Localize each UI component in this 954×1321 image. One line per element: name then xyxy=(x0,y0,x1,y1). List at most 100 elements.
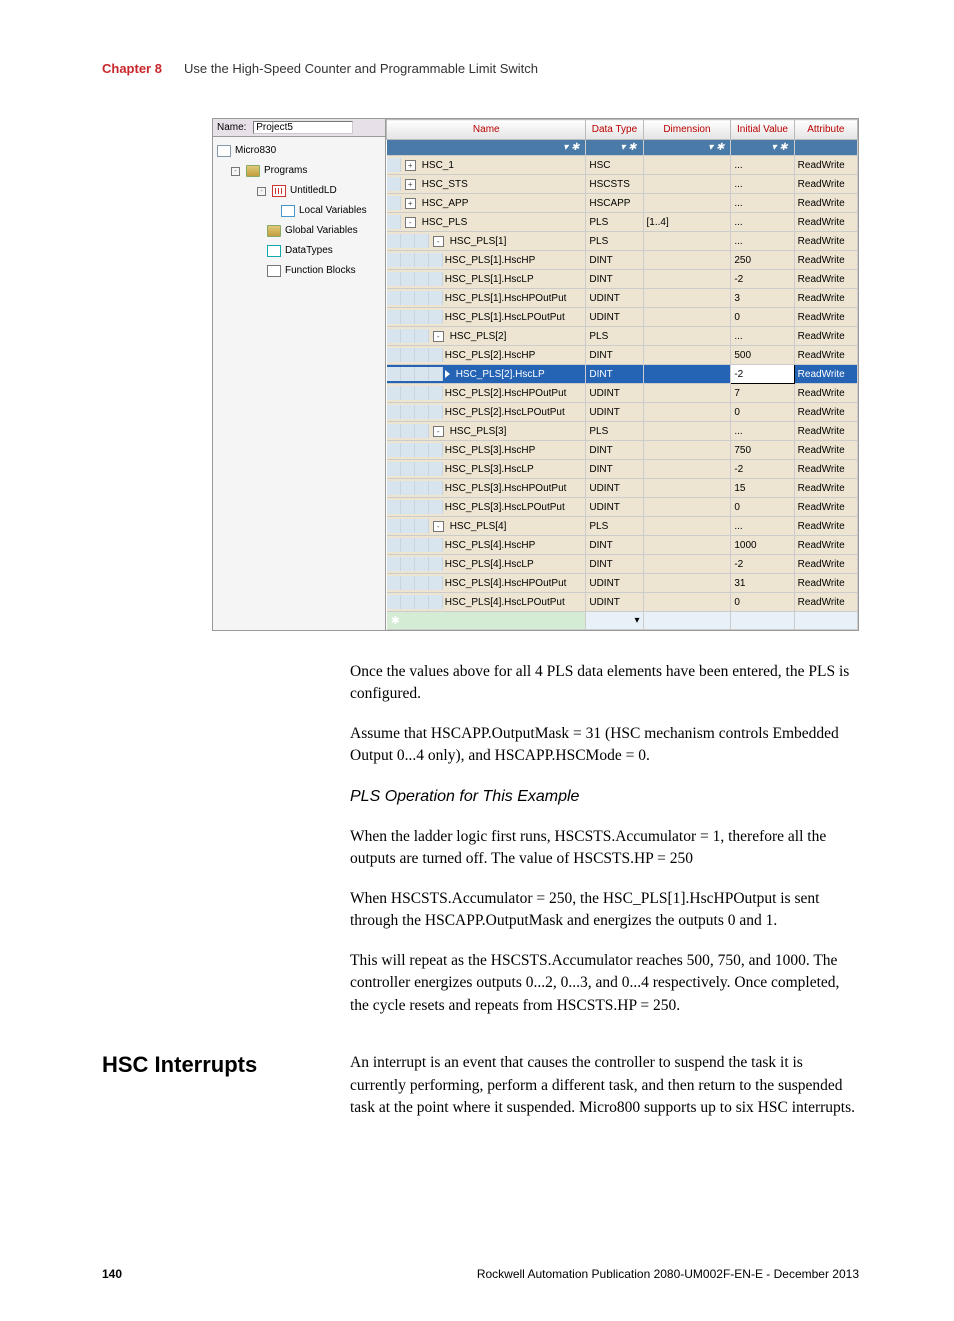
cell-dt[interactable]: DINT xyxy=(586,460,643,479)
expand-icon[interactable]: - xyxy=(433,521,444,532)
tree-programs[interactable]: Programs xyxy=(264,161,307,181)
cell-attr[interactable]: ReadWrite xyxy=(794,251,857,270)
cell-iv[interactable]: 0 xyxy=(731,593,794,612)
cell-dt[interactable]: DINT xyxy=(586,251,643,270)
filter-attr[interactable] xyxy=(794,140,857,156)
cell-iv[interactable]: 750 xyxy=(731,441,794,460)
cell-dt[interactable]: UDINT xyxy=(586,289,643,308)
cell-dt[interactable]: UDINT xyxy=(586,479,643,498)
cell-dt[interactable]: PLS xyxy=(586,213,643,232)
cell-attr[interactable]: ReadWrite xyxy=(794,441,857,460)
cell-dim[interactable]: [1..4] xyxy=(643,213,731,232)
cell-attr[interactable]: ReadWrite xyxy=(794,327,857,346)
cell-attr[interactable]: ReadWrite xyxy=(794,156,857,175)
table-row[interactable]: HSC_PLS[1].HscHPOutPutUDINT3ReadWrite xyxy=(387,289,858,308)
table-row[interactable]: HSC_PLS[4].HscLPOutPutUDINT0ReadWrite xyxy=(387,593,858,612)
cell-attr[interactable]: ReadWrite xyxy=(794,422,857,441)
cell-attr[interactable]: ReadWrite xyxy=(794,384,857,403)
cell-dim[interactable] xyxy=(643,441,731,460)
cell-attr[interactable]: ReadWrite xyxy=(794,308,857,327)
cell-dt[interactable]: PLS xyxy=(586,422,643,441)
cell-attr[interactable]: ReadWrite xyxy=(794,555,857,574)
table-row[interactable]: +HSC_1HSC...ReadWrite xyxy=(387,156,858,175)
cell-attr[interactable]: ReadWrite xyxy=(794,270,857,289)
expand-icon[interactable]: - xyxy=(433,426,444,437)
collapse-icon[interactable]: - xyxy=(231,167,240,176)
cell-dt[interactable]: DINT xyxy=(586,441,643,460)
cell-attr[interactable]: ReadWrite xyxy=(794,346,857,365)
cell-iv[interactable]: ... xyxy=(731,422,794,441)
cell-attr[interactable]: ReadWrite xyxy=(794,479,857,498)
cell-dt[interactable]: UDINT xyxy=(586,308,643,327)
grid-new-row[interactable]: ✱ ▾ xyxy=(387,612,858,630)
expand-icon[interactable]: + xyxy=(405,179,416,190)
cell-dim[interactable] xyxy=(643,574,731,593)
cell-iv[interactable]: ... xyxy=(731,232,794,251)
table-row[interactable]: HSC_PLS[4].HscLPDINT-2ReadWrite xyxy=(387,555,858,574)
cell-dim[interactable] xyxy=(643,308,731,327)
table-row[interactable]: HSC_PLS[3].HscLPDINT-2ReadWrite xyxy=(387,460,858,479)
tree-untitled[interactable]: UntitledLD xyxy=(290,181,337,201)
cell-attr[interactable]: ReadWrite xyxy=(794,574,857,593)
table-row[interactable]: +HSC_STSHSCSTS...ReadWrite xyxy=(387,175,858,194)
table-row[interactable]: HSC_PLS[1].HscLPOutPutUDINT0ReadWrite xyxy=(387,308,858,327)
cell-iv[interactable]: 250 xyxy=(731,251,794,270)
tree-datatypes[interactable]: DataTypes xyxy=(285,241,333,261)
cell-iv[interactable]: 500 xyxy=(731,346,794,365)
cell-dt[interactable]: HSCSTS xyxy=(586,175,643,194)
cell-dim[interactable] xyxy=(643,555,731,574)
expand-icon[interactable]: + xyxy=(405,160,416,171)
cell-dim[interactable] xyxy=(643,593,731,612)
cell-dt[interactable]: UDINT xyxy=(586,498,643,517)
table-row[interactable]: -HSC_PLS[4]PLS...ReadWrite xyxy=(387,517,858,536)
table-row[interactable]: HSC_PLS[2].HscHPOutPutUDINT7ReadWrite xyxy=(387,384,858,403)
cell-dim[interactable] xyxy=(643,289,731,308)
name-input[interactable]: Project5 xyxy=(253,121,353,134)
cell-iv[interactable]: ... xyxy=(731,327,794,346)
cell-iv[interactable]: 3 xyxy=(731,289,794,308)
filter-iv[interactable]: ▾ ✱ xyxy=(731,140,794,156)
table-row[interactable]: -HSC_PLS[1]PLS...ReadWrite xyxy=(387,232,858,251)
cell-attr[interactable]: ReadWrite xyxy=(794,289,857,308)
cell-dt[interactable]: UDINT xyxy=(586,384,643,403)
cell-attr[interactable]: ReadWrite xyxy=(794,498,857,517)
expand-icon[interactable]: - xyxy=(433,236,444,247)
cell-attr[interactable]: ReadWrite xyxy=(794,213,857,232)
cell-iv[interactable]: 1000 xyxy=(731,536,794,555)
table-row[interactable]: +HSC_APPHSCAPP...ReadWrite xyxy=(387,194,858,213)
cell-iv[interactable]: ... xyxy=(731,517,794,536)
cell-iv[interactable]: -2 xyxy=(731,555,794,574)
cell-dim[interactable] xyxy=(643,536,731,555)
cell-dt[interactable]: DINT xyxy=(586,536,643,555)
cell-dim[interactable] xyxy=(643,194,731,213)
cell-iv[interactable]: 0 xyxy=(731,308,794,327)
cell-dim[interactable] xyxy=(643,251,731,270)
cell-dt[interactable]: DINT xyxy=(586,270,643,289)
tree-localvars[interactable]: Local Variables xyxy=(299,201,367,221)
table-row[interactable]: HSC_PLS[4].HscHPOutPutUDINT31ReadWrite xyxy=(387,574,858,593)
cell-dim[interactable] xyxy=(643,327,731,346)
cell-dim[interactable] xyxy=(643,156,731,175)
table-row[interactable]: HSC_PLS[2].HscLPOutPutUDINT0ReadWrite xyxy=(387,403,858,422)
cell-iv[interactable]: ... xyxy=(731,213,794,232)
table-row[interactable]: -HSC_PLS[3]PLS...ReadWrite xyxy=(387,422,858,441)
table-row[interactable]: HSC_PLS[3].HscHPOutPutUDINT15ReadWrite xyxy=(387,479,858,498)
cell-dim[interactable] xyxy=(643,175,731,194)
cell-dt[interactable]: UDINT xyxy=(586,574,643,593)
cell-dt[interactable]: UDINT xyxy=(586,403,643,422)
cell-dt[interactable]: PLS xyxy=(586,517,643,536)
cell-iv[interactable]: 15 xyxy=(731,479,794,498)
cell-attr[interactable]: ReadWrite xyxy=(794,536,857,555)
cell-attr[interactable]: ReadWrite xyxy=(794,194,857,213)
cell-dt[interactable]: UDINT xyxy=(586,593,643,612)
cell-dim[interactable] xyxy=(643,422,731,441)
cell-attr[interactable]: ReadWrite xyxy=(794,175,857,194)
cell-dim[interactable] xyxy=(643,479,731,498)
project-tree[interactable]: Micro830 -Programs -UntitledLD Local Var… xyxy=(213,137,385,285)
cell-attr[interactable]: ReadWrite xyxy=(794,593,857,612)
cell-dim[interactable] xyxy=(643,270,731,289)
table-row[interactable]: HSC_PLS[3].HscHPDINT750ReadWrite xyxy=(387,441,858,460)
cell-dim[interactable] xyxy=(643,232,731,251)
cell-dim[interactable] xyxy=(643,517,731,536)
table-row[interactable]: HSC_PLS[1].HscLPDINT-2ReadWrite xyxy=(387,270,858,289)
